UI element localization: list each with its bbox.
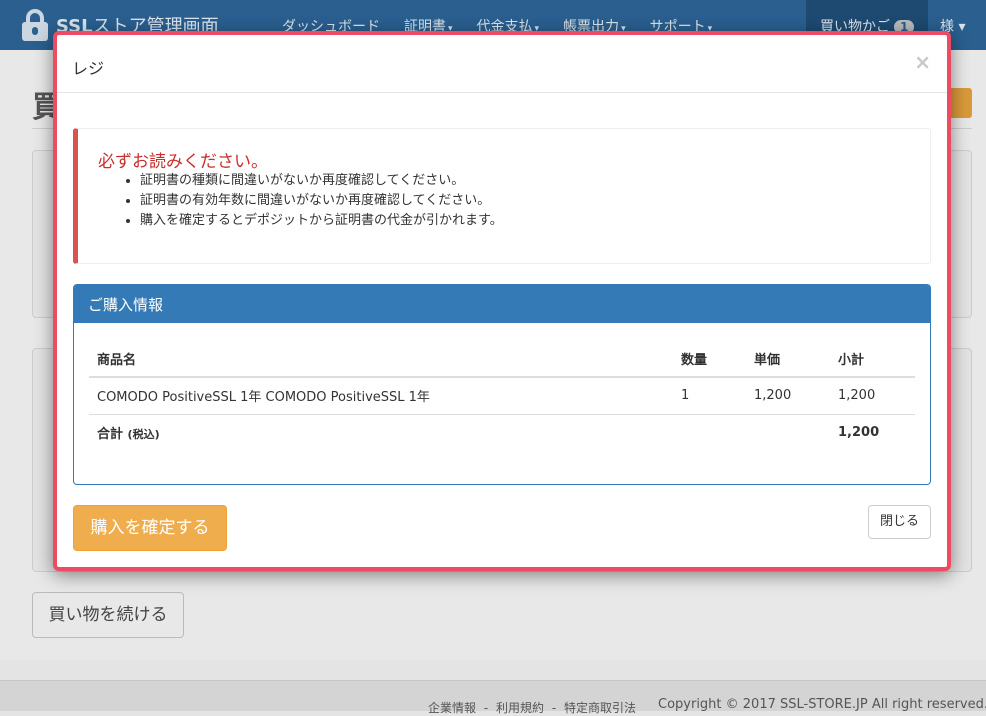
- table-row: COMODO PositiveSSL 1年 COMODO PositiveSSL…: [89, 377, 915, 415]
- checkout-modal: レジ × 必ずお読みください。 証明書の種類に間違いがないか再度確認してください…: [53, 31, 951, 571]
- column-header-quantity: 数量: [673, 341, 746, 378]
- warning-callout: 必ずお読みください。 証明書の種類に間違いがないか再度確認してください。 証明書…: [73, 128, 931, 264]
- cell-product-name: COMODO PositiveSSL 1年 COMODO PositiveSSL…: [89, 377, 673, 415]
- cell-subtotal: 1,200: [830, 377, 915, 415]
- footer-link-commerce-law[interactable]: 特定商取引法: [564, 701, 636, 715]
- modal-title: レジ: [72, 59, 105, 78]
- footer: 企業情報 - 利用規約 - 特定商取引法 Copyright © 2017 SS…: [0, 680, 986, 715]
- lock-icon: [22, 9, 48, 41]
- notice-list: 証明書の種類に間違いがないか再度確認してください。 証明書の有効年数に間違いがな…: [98, 171, 503, 231]
- purchase-table: 商品名 数量 単価 小計 COMODO PositiveSSL 1年 COMOD…: [89, 341, 915, 451]
- footer-separator: -: [483, 701, 489, 715]
- total-label: 合計 (税込): [97, 427, 160, 443]
- modal-header: レジ ×: [57, 35, 947, 93]
- close-icon[interactable]: ×: [914, 50, 931, 74]
- footer-link-terms[interactable]: 利用規約: [496, 701, 544, 715]
- footer-separator: -: [551, 701, 557, 715]
- copyright: Copyright © 2017 SSL-STORE.JP All right …: [658, 697, 986, 712]
- table-header-row: 商品名 数量 単価 小計: [89, 341, 915, 378]
- footer-links: 企業情報 - 利用規約 - 特定商取引法: [428, 699, 640, 716]
- notice-item: 証明書の有効年数に間違いがないか再度確認してください。: [140, 191, 503, 211]
- panel-heading: ご購入情報: [74, 285, 930, 323]
- column-header-unit-price: 単価: [746, 341, 830, 378]
- total-row: 合計 (税込) 1,200: [89, 414, 915, 451]
- column-header-product: 商品名: [89, 341, 673, 378]
- close-modal-button[interactable]: 閉じる: [868, 505, 931, 539]
- callout-title: 必ずお読みください。: [98, 152, 268, 172]
- cell-quantity: 1: [673, 377, 746, 415]
- confirm-purchase-button[interactable]: 購入を確定する: [73, 505, 227, 551]
- caret-down-icon: ▾: [958, 19, 966, 35]
- total-value: 1,200: [838, 425, 880, 441]
- footer-link-company[interactable]: 企業情報: [428, 701, 476, 715]
- continue-shopping-button[interactable]: 買い物を続ける: [32, 592, 184, 638]
- cell-unit-price: 1,200: [746, 377, 830, 415]
- notice-item: 証明書の種類に間違いがないか再度確認してください。: [140, 171, 503, 191]
- column-header-subtotal: 小計: [830, 341, 915, 378]
- purchase-info-panel: ご購入情報 商品名 数量 単価 小計 COMODO PositiveSSL 1年…: [73, 284, 931, 485]
- notice-item: 購入を確定するとデポジットから証明書の代金が引かれます。: [140, 211, 503, 231]
- tax-included-note: (税込): [127, 428, 160, 442]
